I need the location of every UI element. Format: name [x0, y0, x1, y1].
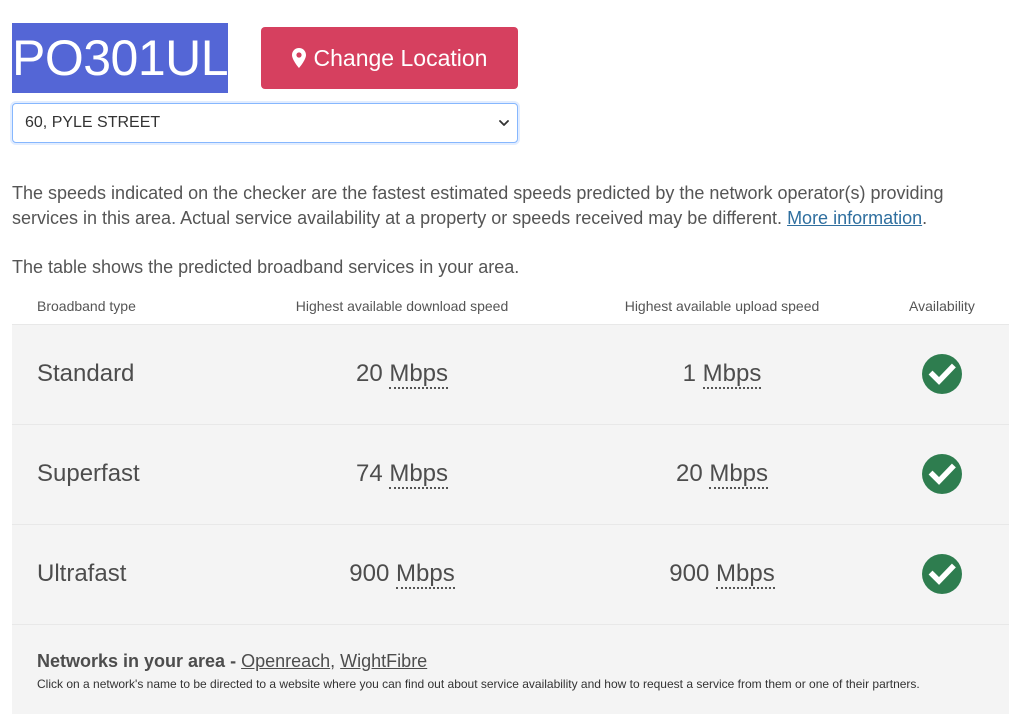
check-circle-icon [922, 554, 962, 594]
upload-speed: 1 Mbps [572, 360, 872, 389]
header-availability: Availability [909, 298, 975, 314]
broadband-type: Ultrafast [37, 560, 127, 587]
network-link-openreach[interactable]: Openreach [241, 651, 330, 671]
speed-disclaimer-period: . [922, 208, 928, 228]
network-link-wightfibre[interactable]: WightFibre [340, 651, 427, 671]
table-row-superfast: Superfast 74 Mbps 20 Mbps [12, 424, 1009, 524]
upload-value: 1 [682, 360, 696, 387]
download-unit[interactable]: Mbps [389, 360, 449, 389]
broadband-type: Standard [37, 360, 135, 387]
speed-disclaimer: The speeds indicated on the checker are … [12, 181, 1012, 231]
chevron-down-icon [499, 120, 509, 126]
network-link-separator: , [330, 651, 341, 671]
download-speed: 20 Mbps [252, 360, 552, 389]
upload-speed: 900 Mbps [572, 560, 872, 589]
upload-unit[interactable]: Mbps [702, 360, 762, 389]
table-row-ultrafast: Ultrafast 900 Mbps 900 Mbps [12, 524, 1009, 624]
networks-title: Networks in your area - Openreach, Wight… [37, 651, 427, 672]
address-select-value: 60, PYLE STREET [25, 114, 161, 131]
postcode-display: PO301UL [12, 23, 229, 93]
upload-unit[interactable]: Mbps [709, 460, 769, 489]
header-download-speed: Highest available download speed [295, 298, 509, 314]
table-header: Broadband type Highest available downloa… [12, 292, 1009, 324]
more-information-link[interactable]: More information [787, 208, 922, 228]
broadband-table: Broadband type Highest available downloa… [12, 292, 1009, 714]
header-upload-speed: Highest available upload speed [624, 298, 820, 314]
change-location-label: Change Location [313, 44, 488, 71]
broadband-type: Superfast [37, 460, 140, 487]
check-circle-icon [922, 354, 962, 394]
networks-note: Click on a network's name to be directed… [37, 677, 920, 691]
upload-value: 20 [675, 460, 703, 487]
download-value: 74 [355, 460, 383, 487]
download-value: 20 [355, 360, 383, 387]
networks-panel: Networks in your area - Openreach, Wight… [12, 624, 1009, 714]
change-location-button[interactable]: Change Location [261, 27, 518, 89]
header-broadband-type: Broadband type [37, 298, 136, 314]
download-speed: 900 Mbps [252, 560, 552, 589]
upload-speed: 20 Mbps [572, 460, 872, 489]
map-marker-icon [291, 48, 306, 68]
broadband-checker-page: PO301UL Change Location 60, PYLE STREET … [0, 0, 1024, 714]
upload-unit[interactable]: Mbps [716, 560, 775, 589]
download-unit[interactable]: Mbps [389, 460, 449, 489]
download-speed: 74 Mbps [252, 460, 552, 489]
table-row-standard: Standard 20 Mbps 1 Mbps [12, 324, 1009, 424]
table-intro: The table shows the predicted broadband … [12, 257, 520, 277]
download-unit[interactable]: Mbps [396, 560, 455, 589]
address-select[interactable]: 60, PYLE STREET [12, 103, 518, 143]
download-value: 900 [349, 560, 390, 587]
networks-heading: Networks in your area - [37, 651, 237, 671]
check-circle-icon [922, 454, 962, 494]
upload-value: 900 [669, 560, 710, 587]
